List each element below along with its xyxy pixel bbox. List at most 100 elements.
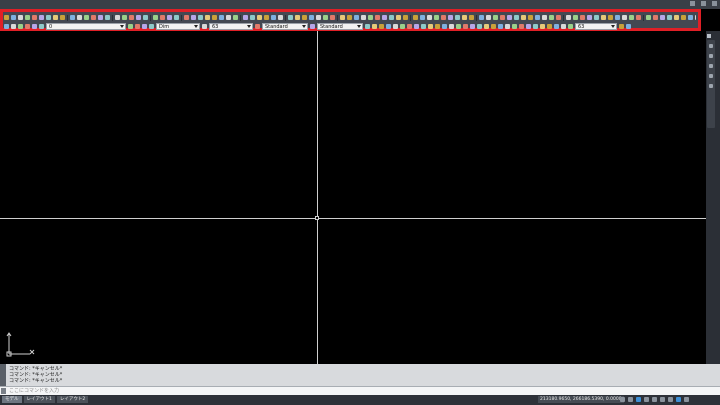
dimension-tool-icon[interactable] xyxy=(400,24,405,29)
toolbar-tool-icon[interactable] xyxy=(278,15,283,20)
toolbar-tool-icon[interactable] xyxy=(153,15,158,20)
toolbar-tool-icon[interactable] xyxy=(514,15,519,20)
toolbar-tool-icon[interactable] xyxy=(448,15,453,20)
layer-state-icon[interactable] xyxy=(149,24,154,29)
toolbar-tool-icon[interactable] xyxy=(184,15,189,20)
dimension-tool-icon[interactable] xyxy=(568,24,573,29)
textstyle-tool-icon[interactable] xyxy=(255,24,260,29)
toolbar-tool-icon[interactable] xyxy=(143,15,148,20)
toolbar-tool-icon[interactable] xyxy=(288,15,293,20)
customize-icon[interactable] xyxy=(684,397,689,402)
toolbar-tool-icon[interactable] xyxy=(70,15,75,20)
dimension-tool-icon[interactable] xyxy=(414,24,419,29)
dimension-tool-icon[interactable] xyxy=(498,24,503,29)
toolbar-tool-icon[interactable] xyxy=(389,15,394,20)
misc-tool-icon[interactable] xyxy=(626,24,631,29)
dimension-tool-icon[interactable] xyxy=(449,24,454,29)
toolbar-tool-icon[interactable] xyxy=(264,15,269,20)
annotation-scale-select[interactable]: 63 xyxy=(209,23,253,30)
toolbar-tool-icon[interactable] xyxy=(375,15,380,20)
dimension-tool-icon[interactable] xyxy=(372,24,377,29)
layer-tool-icon[interactable] xyxy=(32,24,37,29)
toolbar-tool-icon[interactable] xyxy=(219,15,224,20)
osnap-icon[interactable] xyxy=(652,397,657,402)
multileader-scale-select[interactable]: 63 xyxy=(575,23,617,30)
dimension-tool-icon[interactable] xyxy=(477,24,482,29)
toolbar-tool-icon[interactable] xyxy=(309,15,314,20)
dimension-tool-icon[interactable] xyxy=(407,24,412,29)
toolbar-tool-icon[interactable] xyxy=(323,15,328,20)
toolbar-tool-icon[interactable] xyxy=(396,15,401,20)
toolbar-tool-icon[interactable] xyxy=(573,15,578,20)
toolbar-tool-icon[interactable] xyxy=(4,15,9,20)
toolbar-tool-icon[interactable] xyxy=(60,15,65,20)
viewport-control-icon[interactable] xyxy=(707,34,711,38)
toolbar-tool-icon[interactable] xyxy=(205,15,210,20)
dimension-tool-icon[interactable] xyxy=(554,24,559,29)
dimension-tool-icon[interactable] xyxy=(484,24,489,29)
toolbar-tool-icon[interactable] xyxy=(462,15,467,20)
isolate-icon[interactable] xyxy=(676,397,681,402)
toolbar-tool-icon[interactable] xyxy=(354,15,359,20)
toolbar-tool-icon[interactable] xyxy=(403,15,408,20)
toolbar-tool-icon[interactable] xyxy=(91,15,96,20)
toolbar-tool-icon[interactable] xyxy=(629,15,634,20)
toolbar-tool-icon[interactable] xyxy=(25,15,30,20)
layer-tool-icon[interactable] xyxy=(39,24,44,29)
toolbar-tool-icon[interactable] xyxy=(622,15,627,20)
tablestyle-tool-icon[interactable] xyxy=(310,24,315,29)
workspace-icon[interactable] xyxy=(668,397,673,402)
dimension-tool-icon[interactable] xyxy=(470,24,475,29)
scale-tool-icon[interactable] xyxy=(202,24,207,29)
toolbar-tool-icon[interactable] xyxy=(302,15,307,20)
orbit-icon[interactable] xyxy=(709,74,713,78)
toolbar-tool-icon[interactable] xyxy=(413,15,418,20)
snap-icon[interactable] xyxy=(628,397,633,402)
toolbar-tool-icon[interactable] xyxy=(549,15,554,20)
tab-layout2[interactable]: レイアウト2 xyxy=(56,396,89,403)
layer-state-icon[interactable] xyxy=(142,24,147,29)
tab-layout1[interactable]: レイアウト1 xyxy=(23,396,55,403)
toolbar-tool-icon[interactable] xyxy=(226,15,231,20)
toolbar-tool-icon[interactable] xyxy=(347,15,352,20)
toolbar-tool-icon[interactable] xyxy=(198,15,203,20)
dimension-tool-icon[interactable] xyxy=(428,24,433,29)
dimension-tool-icon[interactable] xyxy=(505,24,510,29)
toolbar-tool-icon[interactable] xyxy=(688,15,693,20)
toolbar-tool-icon[interactable] xyxy=(250,15,255,20)
toolbar-tool-icon[interactable] xyxy=(84,15,89,20)
pan-icon[interactable] xyxy=(709,54,713,58)
tab-model[interactable]: モデル xyxy=(2,396,22,403)
toolbar-tool-icon[interactable] xyxy=(667,15,672,20)
toolbar-tool-icon[interactable] xyxy=(46,15,51,20)
toolbar-tool-icon[interactable] xyxy=(660,15,665,20)
polar-icon[interactable] xyxy=(644,397,649,402)
dimension-tool-icon[interactable] xyxy=(379,24,384,29)
dimension-tool-icon[interactable] xyxy=(365,24,370,29)
dimension-tool-icon[interactable] xyxy=(463,24,468,29)
restore-icon[interactable] xyxy=(701,1,706,6)
toolbar-tool-icon[interactable] xyxy=(243,15,248,20)
toolbar-tool-icon[interactable] xyxy=(420,15,425,20)
tablestyle-select[interactable]: Standard xyxy=(317,23,363,30)
dimension-tool-icon[interactable] xyxy=(435,24,440,29)
toolbar-tool-icon[interactable] xyxy=(479,15,484,20)
toolbar-tool-icon[interactable] xyxy=(316,15,321,20)
toolbar-tool-icon[interactable] xyxy=(566,15,571,20)
dimension-tool-icon[interactable] xyxy=(547,24,552,29)
command-input-bar[interactable]: ここにコマンドを入力 xyxy=(0,386,720,395)
toolbar-tool-icon[interactable] xyxy=(594,15,599,20)
toolbar-tool-icon[interactable] xyxy=(653,15,658,20)
toolbar-tool-icon[interactable] xyxy=(136,15,141,20)
toolbar-tool-icon[interactable] xyxy=(535,15,540,20)
layer-state-icon[interactable] xyxy=(135,24,140,29)
steering-wheel-icon[interactable] xyxy=(709,44,713,48)
toolbar-tool-icon[interactable] xyxy=(257,15,262,20)
toolbar-tool-icon[interactable] xyxy=(32,15,37,20)
layer-select[interactable]: 0 xyxy=(46,23,126,30)
showmotion-icon[interactable] xyxy=(709,84,713,88)
toolbar-tool-icon[interactable] xyxy=(160,15,165,20)
dimension-tool-icon[interactable] xyxy=(561,24,566,29)
close-icon[interactable] xyxy=(1,388,6,394)
drawing-canvas[interactable] xyxy=(0,31,706,364)
